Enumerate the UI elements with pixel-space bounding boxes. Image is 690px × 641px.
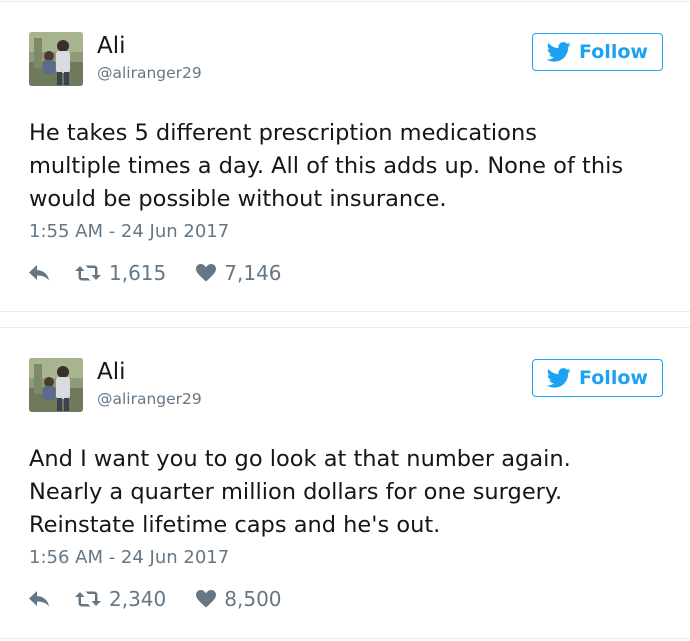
tweet-timestamp[interactable]: 1:56 AM - 24 Jun 2017 (29, 546, 229, 570)
tweet-separator (0, 312, 690, 327)
reply-icon (29, 265, 49, 281)
avatar[interactable] (29, 358, 83, 412)
display-name[interactable]: Ali (97, 358, 126, 386)
follow-button[interactable]: Follow (532, 33, 663, 71)
reply-button[interactable] (29, 589, 53, 609)
tweet-text: And I want you to go look at that number… (29, 446, 571, 538)
heart-icon (196, 264, 217, 282)
heart-icon (196, 590, 217, 608)
retweet-icon (75, 591, 101, 607)
tweet-timestamp[interactable]: 1:55 AM - 24 Jun 2017 (29, 220, 229, 244)
user-handle[interactable]: @aliranger29 (97, 389, 202, 409)
retweet-count: 2,340 (109, 587, 167, 611)
user-handle[interactable]: @aliranger29 (97, 63, 202, 83)
tweet-card: Ali @aliranger29 Follow He takes 5 diffe… (0, 1, 690, 312)
follow-label: Follow (579, 367, 648, 389)
reply-icon (29, 591, 49, 607)
like-count: 8,500 (224, 587, 282, 611)
retweet-button[interactable]: 2,340 (75, 587, 166, 611)
like-button[interactable]: 8,500 (196, 587, 282, 611)
tweet-card: Ali @aliranger29 Follow And I want you t… (0, 327, 690, 639)
tweet-actions: 2,340 8,500 (29, 584, 282, 614)
like-count: 7,146 (224, 261, 282, 285)
follow-label: Follow (579, 41, 648, 63)
retweet-icon (75, 265, 101, 281)
reply-button[interactable] (29, 263, 53, 283)
retweet-count: 1,615 (109, 261, 167, 285)
twitter-bird-icon (547, 368, 571, 388)
retweet-button[interactable]: 1,615 (75, 261, 166, 285)
display-name[interactable]: Ali (97, 32, 126, 60)
like-button[interactable]: 7,146 (196, 261, 282, 285)
avatar[interactable] (29, 32, 83, 86)
follow-button[interactable]: Follow (532, 359, 663, 397)
twitter-bird-icon (547, 42, 571, 62)
tweet-actions: 1,615 7,146 (29, 258, 282, 288)
tweet-text: He takes 5 different prescription medica… (29, 120, 624, 212)
